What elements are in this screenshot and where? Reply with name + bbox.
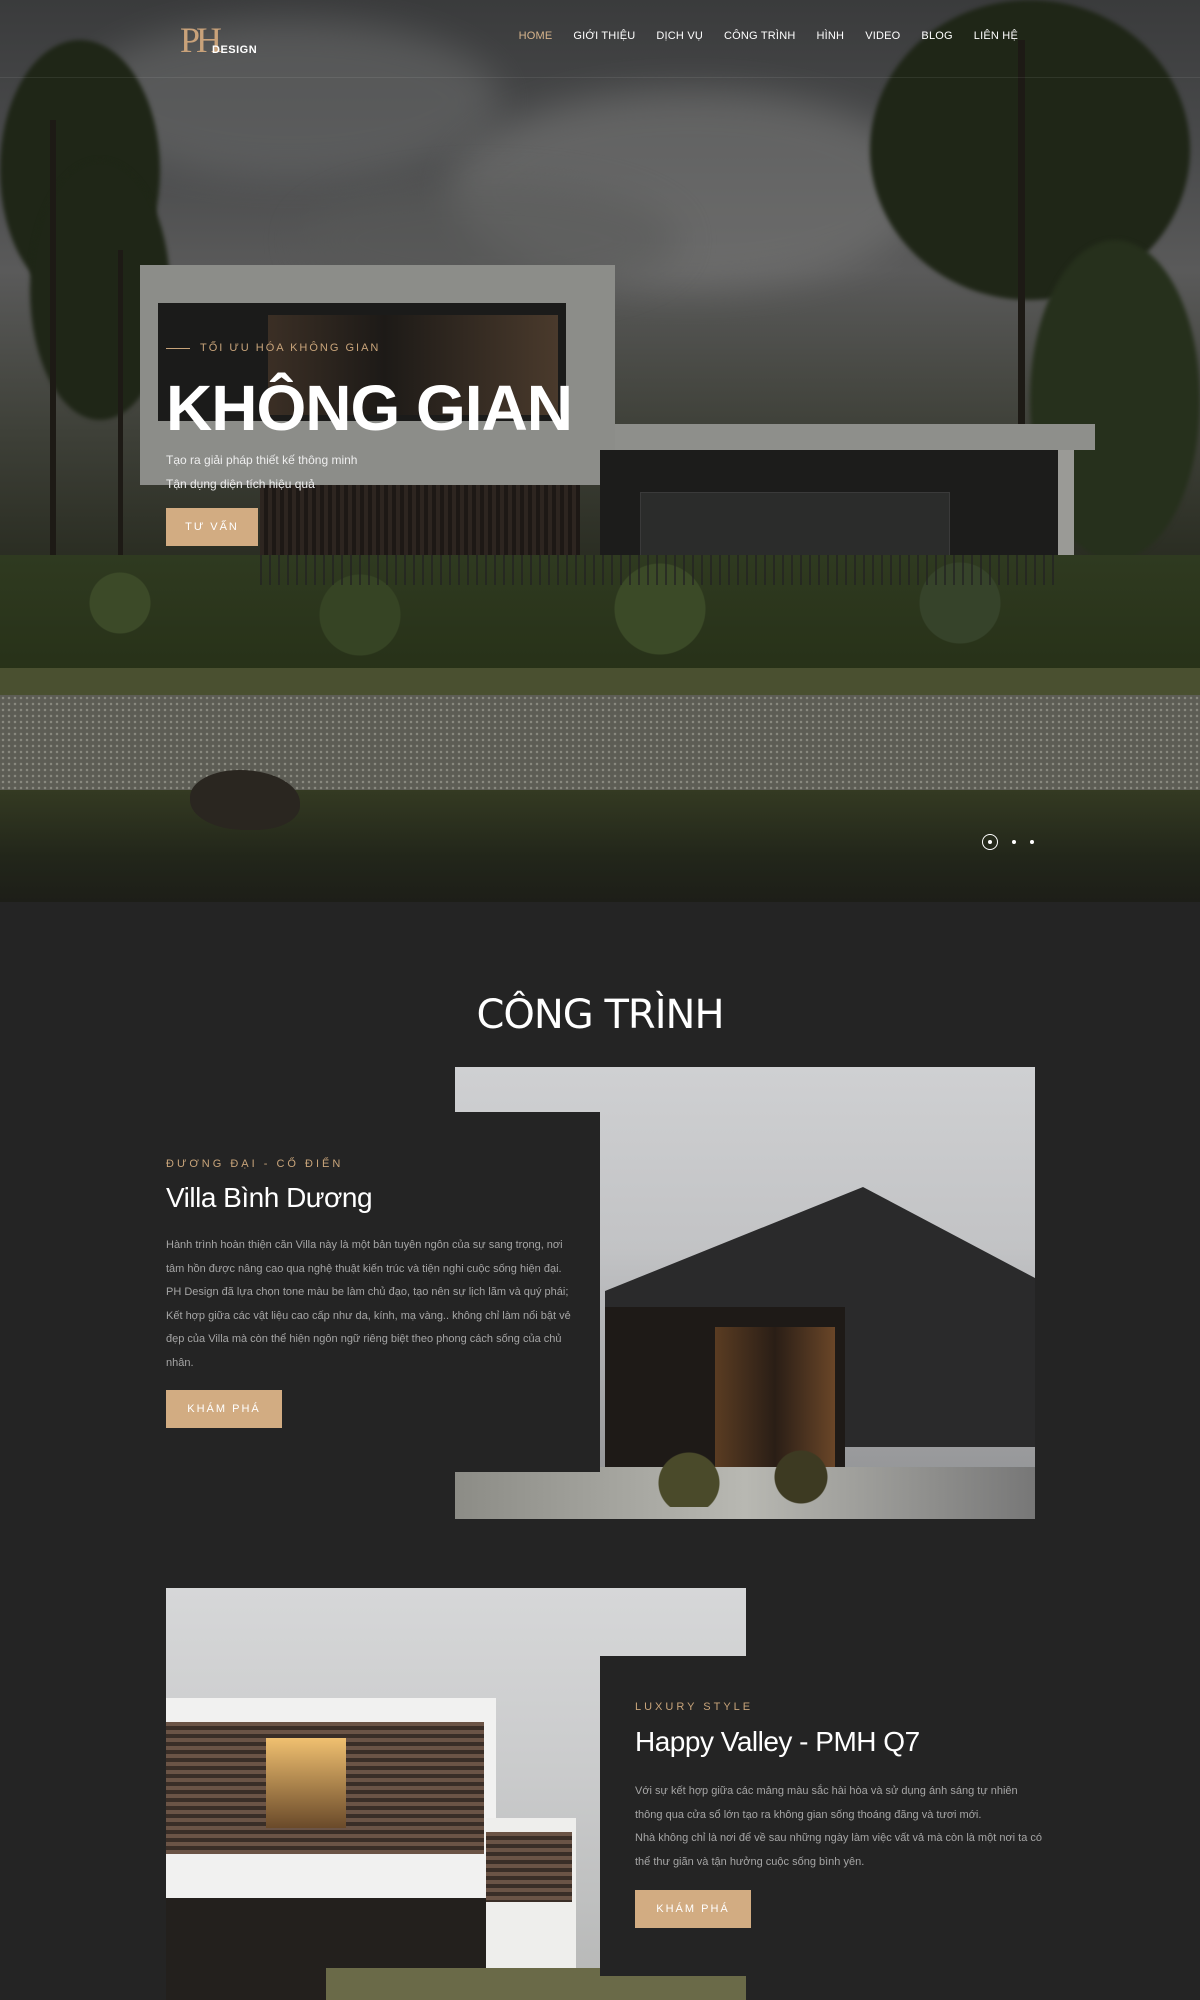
project-description: Với sự kết hợp giữa các mảng màu sắc hài… (635, 1780, 1075, 1874)
section-title: CÔNG TRÌNH (476, 992, 724, 1038)
consult-button[interactable]: TƯ VẤN (166, 508, 258, 546)
logo[interactable]: PH DESIGN (180, 20, 260, 60)
nav-contact[interactable]: LIÊN HỆ (974, 30, 1018, 42)
lawn (0, 668, 1200, 698)
project-eyebrow: LUXURY STYLE (635, 1701, 754, 1713)
project-name: Happy Valley - PMH Q7 (635, 1726, 920, 1757)
main-nav: HOME GIỚI THIỆU DỊCH VỤ CÔNG TRÌNH HÌNH … (519, 30, 1018, 42)
nav-home[interactable]: HOME (519, 30, 553, 42)
desc-line: đẹp của Villa mà còn thể hiện ngôn ngữ r… (166, 1333, 562, 1345)
desc-line: Nhà không chỉ là nơi để về sau những ngà… (635, 1832, 1043, 1844)
slider-dot[interactable] (1012, 840, 1016, 844)
slider-dot[interactable] (1030, 840, 1034, 844)
site-header: PH DESIGN HOME GIỚI THIỆU DỊCH VỤ CÔNG T… (0, 0, 1200, 78)
explore-button[interactable]: KHÁM PHÁ (635, 1890, 751, 1928)
eyebrow-line (166, 347, 190, 349)
nav-images[interactable]: HÌNH (816, 30, 844, 42)
nav-services[interactable]: DỊCH VỤ (656, 30, 703, 42)
desc-line: nhân. (166, 1356, 194, 1369)
hero-subtitle-line: Tận dụng diện tích hiệu quả (166, 477, 315, 491)
hero-title: KHÔNG GIAN (166, 372, 573, 444)
house-pillar (1058, 450, 1074, 560)
fence (260, 555, 1060, 585)
desc-line: Hành trình hoàn thiện căn Villa này là m… (166, 1239, 563, 1251)
desc-line: Với sự kết hợp giữa các mảng màu sắc hài… (635, 1785, 1018, 1797)
project-card-2: LUXURY STYLE Happy Valley - PMH Q7 Với s… (600, 1656, 1200, 1976)
nav-projects[interactable]: CÔNG TRÌNH (724, 30, 795, 42)
project-description: Hành trình hoàn thiện căn Villa này là m… (166, 1234, 576, 1375)
hero-eyebrow-text: TỐI ƯU HÓA KHÔNG GIAN (200, 342, 381, 354)
desc-line: tâm hồn được nâng cao qua nghệ thuật kiế… (166, 1262, 562, 1275)
project-eyebrow: ĐƯƠNG ĐẠI - CỔ ĐIỂN (166, 1158, 344, 1170)
desc-line: Kết hợp giữa các vật liệu cao cấp như da… (166, 1309, 571, 1322)
desc-line: PH Design đã lựa chọn tone màu be làm ch… (166, 1286, 569, 1298)
explore-button[interactable]: KHÁM PHÁ (166, 1390, 282, 1428)
gravel-path (0, 695, 1200, 795)
logo-text: DESIGN (212, 44, 258, 56)
tree-trunk (118, 250, 123, 560)
project-card-1: ĐƯƠNG ĐẠI - CỔ ĐIỂN Villa Bình Dương Hàn… (0, 1112, 600, 1472)
project-name: Villa Bình Dương (166, 1182, 373, 1213)
tree-trunk (50, 120, 56, 560)
nav-blog[interactable]: BLOG (921, 30, 952, 42)
slider-dots (982, 834, 1034, 850)
desc-line: thể thư giãn và tận hưởng cuộc sống bình… (635, 1855, 865, 1868)
hero-subtitle-line: Tạo ra giải pháp thiết kế thông minh (166, 453, 358, 467)
house-roof (615, 424, 1095, 450)
nav-about[interactable]: GIỚI THIỆU (573, 30, 635, 42)
hero-eyebrow: TỐI ƯU HÓA KHÔNG GIAN (166, 342, 380, 354)
nav-video[interactable]: VIDEO (865, 30, 900, 42)
hero-subtitle: Tạo ra giải pháp thiết kế thông minh Tận… (166, 448, 357, 496)
slider-dot-active[interactable] (982, 834, 998, 850)
house-body (600, 450, 1070, 560)
hero-slider: PH DESIGN HOME GIỚI THIỆU DỊCH VỤ CÔNG T… (0, 0, 1200, 902)
desc-line: thông qua cửa sổ lớn tạo ra không gian s… (635, 1808, 982, 1821)
